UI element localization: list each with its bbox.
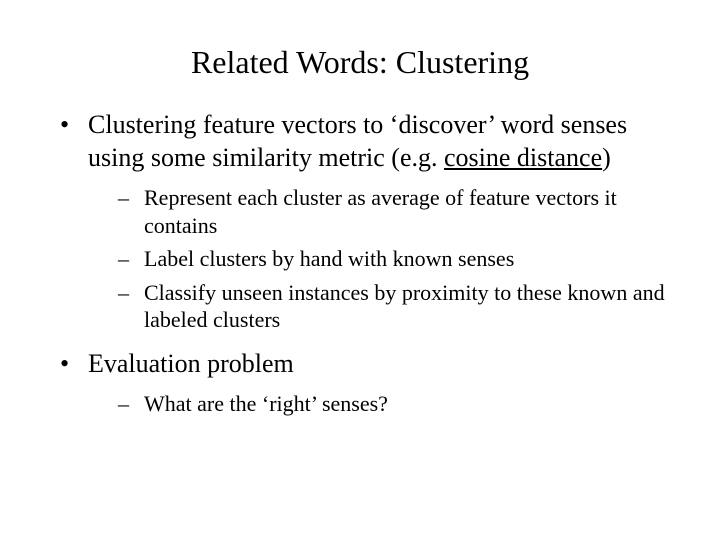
slide: Related Words: Clustering Clustering fea… [0,0,720,540]
bullet-item-2: Evaluation problem What are the ‘right’ … [60,348,672,418]
sub-bullet-3: Classify unseen instances by proximity t… [118,279,672,334]
bullet-item-1-text-b: ) [602,143,611,172]
bullet-list-level2-a: Represent each cluster as average of fea… [88,184,672,334]
bullet-list-level2-b: What are the ‘right’ senses? [88,390,672,418]
sub-bullet-2: Label clusters by hand with known senses [118,245,672,273]
sub-bullet-1: Represent each cluster as average of fea… [118,184,672,239]
bullet-item-2-text: Evaluation problem [88,349,294,378]
bullet-list-level1: Clustering feature vectors to ‘discover’… [48,109,672,418]
bullet-item-1-underlined: cosine distance [444,143,602,172]
slide-title: Related Words: Clustering [48,36,672,81]
sub-bullet-4: What are the ‘right’ senses? [118,390,672,418]
bullet-item-1: Clustering feature vectors to ‘discover’… [60,109,672,334]
